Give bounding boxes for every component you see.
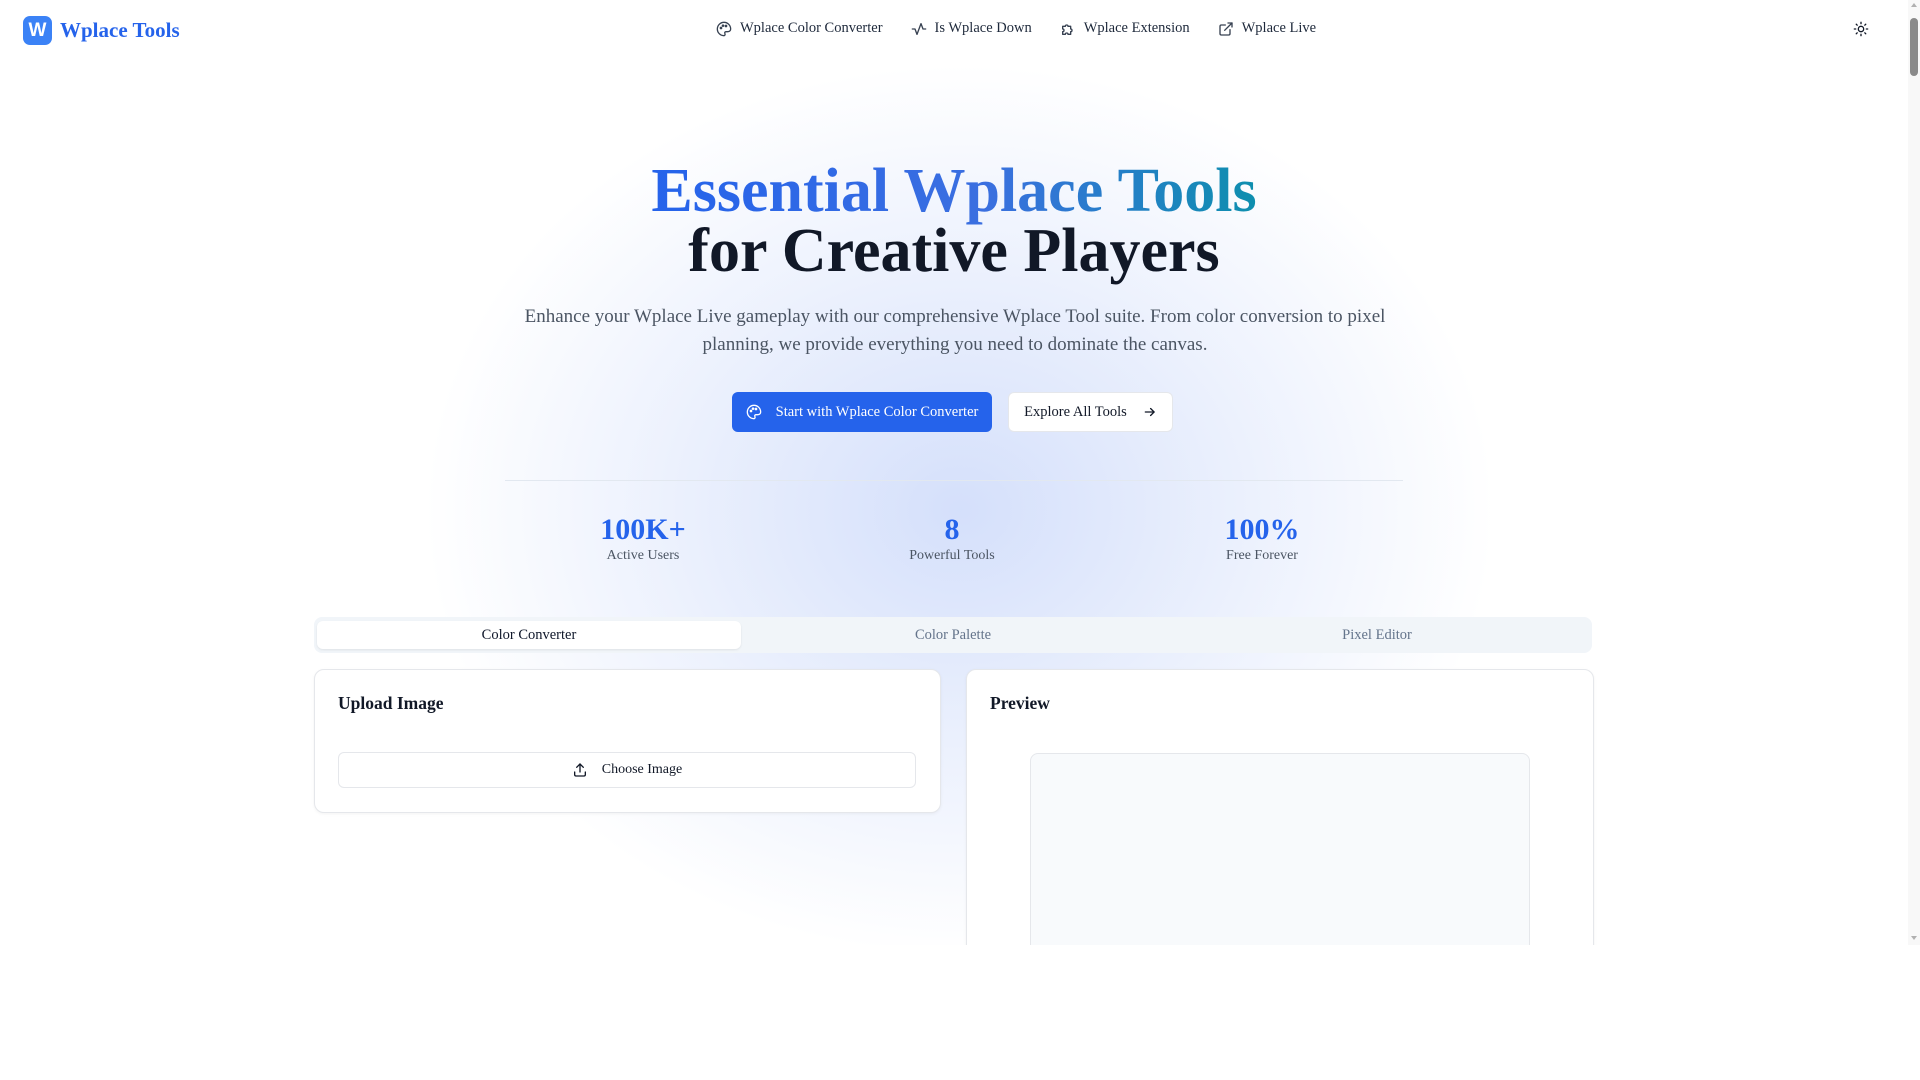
- external-link-icon: [1218, 21, 1233, 36]
- scroll-down-arrow-icon[interactable]: [1911, 936, 1917, 940]
- tab-pixel-editor[interactable]: Pixel Editor: [1165, 621, 1589, 649]
- nav-label: Is Wplace Down: [934, 20, 1032, 36]
- stat-label: Active Users: [606, 548, 680, 563]
- choose-image-button[interactable]: Choose Image: [338, 752, 916, 788]
- preview-canvas-area: [1030, 753, 1530, 945]
- secondary-cta-label: Explore All Tools: [1024, 403, 1127, 420]
- nav-wplace-live[interactable]: Wplace Live: [1218, 20, 1316, 37]
- nav-wplace-extension[interactable]: Wplace Extension: [1060, 20, 1190, 37]
- stat-value: 8: [944, 513, 960, 546]
- brand-logo-link[interactable]: W Wplace Tools: [23, 16, 180, 45]
- start-color-converter-button[interactable]: Start with Wplace Color Converter: [732, 392, 992, 432]
- stat-value: 100%: [1224, 513, 1300, 546]
- sun-icon: [1853, 21, 1869, 37]
- nav-label: Wplace Live: [1241, 20, 1317, 36]
- logo-w-icon: W: [23, 16, 52, 45]
- scrollbar-thumb[interactable]: [1910, 18, 1918, 76]
- preview-card-title: Preview: [990, 693, 1050, 713]
- scroll-up-arrow-icon[interactable]: [1911, 3, 1917, 7]
- nav-label: Wplace Extension: [1083, 20, 1190, 36]
- arrow-right-icon: [1144, 407, 1155, 417]
- stat-powerful-tools: 8 Powerful Tools: [852, 512, 1052, 564]
- choose-image-label: Choose Image: [601, 762, 683, 777]
- primary-cta-label: Start with Wplace Color Converter: [775, 403, 979, 420]
- activity-icon: [911, 22, 926, 35]
- hero-subtitle: Enhance your Wplace Live gameplay with o…: [524, 306, 1386, 355]
- upload-icon: [573, 763, 586, 777]
- stat-active-users: 100K+ Active Users: [543, 512, 743, 564]
- tool-tabs: Color Converter Color Palette Pixel Edit…: [314, 617, 1592, 653]
- stat-free-forever: 100% Free Forever: [1162, 512, 1362, 564]
- site-header: W Wplace Tools Wplace Color Converter Is…: [0, 0, 1908, 64]
- page-viewport: W Wplace Tools Wplace Color Converter Is…: [0, 0, 1908, 945]
- nav-is-wplace-down[interactable]: Is Wplace Down: [911, 20, 1032, 37]
- stat-label: Powerful Tools: [909, 548, 995, 563]
- palette-icon: [746, 404, 761, 420]
- main-nav: Wplace Color Converter Is Wplace Down Wp…: [716, 20, 1344, 37]
- stat-label: Free Forever: [1226, 548, 1298, 563]
- hero-title-rest: for Creative Players: [688, 217, 1220, 285]
- preview-card: Preview: [966, 669, 1594, 945]
- explore-all-tools-button[interactable]: Explore All Tools: [1008, 392, 1173, 432]
- upload-card-title: Upload Image: [338, 693, 444, 713]
- tab-color-palette[interactable]: Color Palette: [741, 621, 1165, 649]
- hero-divider: [505, 480, 1403, 481]
- stat-value: 100K+: [600, 513, 686, 546]
- vertical-scrollbar[interactable]: [1908, 0, 1920, 945]
- tab-color-converter[interactable]: Color Converter: [317, 621, 741, 649]
- palette-icon: [716, 21, 732, 36]
- nav-color-converter[interactable]: Wplace Color Converter: [716, 20, 883, 37]
- nav-label: Wplace Color Converter: [740, 20, 883, 36]
- theme-toggle-button[interactable]: [1853, 21, 1873, 41]
- upload-image-card: Upload Image Choose Image: [314, 669, 941, 813]
- brand-name: Wplace Tools: [60, 18, 180, 42]
- puzzle-icon: [1061, 23, 1073, 35]
